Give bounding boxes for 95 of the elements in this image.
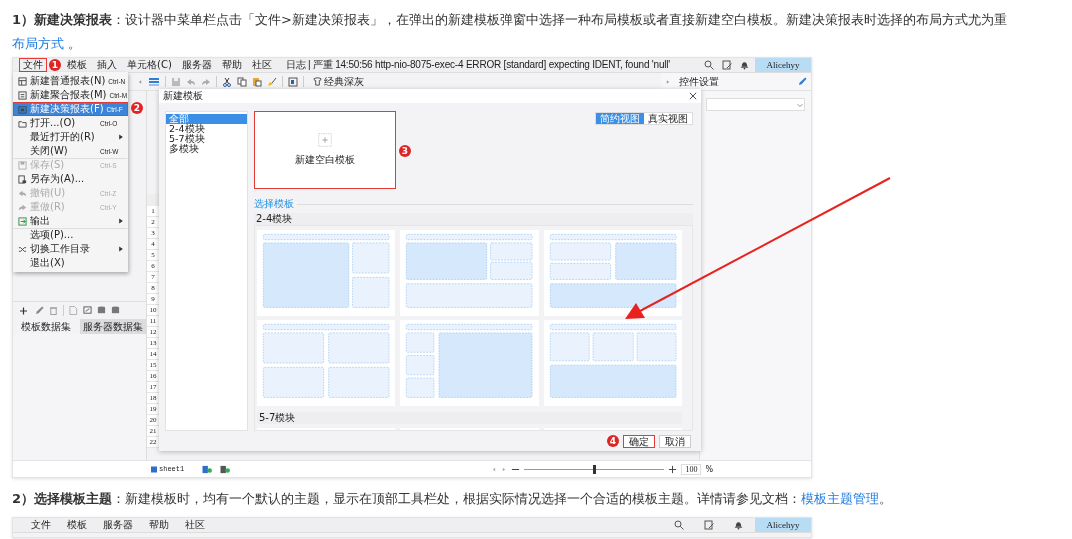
blank-template-card[interactable]: 新建空白模板 (254, 111, 396, 189)
dialog-button[interactable]: 确定 (623, 434, 655, 448)
percent-label: % (705, 464, 713, 474)
layout-icon[interactable] (148, 76, 160, 87)
add-icon[interactable] (18, 305, 30, 316)
edit-icon[interactable] (722, 60, 732, 70)
instruction-paragraph: 1）新建决策报表：设计器中菜单栏点击「文件>新建决策报表」，在弹出的新建模板弹窗中选择一种布局模板或者直接新建空白模板。新建决策报表时选择的布局方式尤为重 布局方式 。 (11, 11, 1008, 53)
menu-item[interactable]: 退出(X) (13, 256, 128, 270)
shirt-icon (313, 77, 322, 86)
folder-icon (17, 118, 27, 128)
slider-thumb[interactable] (593, 464, 597, 474)
menu-bar-item[interactable]: 服务器 (99, 518, 137, 532)
trash-icon[interactable] (49, 306, 58, 315)
previous-icon[interactable] (491, 465, 498, 473)
copy-icon[interactable] (237, 76, 247, 87)
menu-bar-item[interactable]: 服务器 (177, 58, 216, 72)
blank-template-label: 新建空白模板 (295, 153, 355, 167)
database-icon[interactable] (97, 306, 106, 315)
category-item[interactable]: 5-7模块 (166, 134, 247, 144)
add-report-icon[interactable] (218, 464, 233, 474)
menu-bar-item[interactable]: 帮助 (145, 518, 173, 532)
step-marker: 2 (131, 102, 143, 114)
search-icon[interactable] (704, 60, 714, 70)
dropdown-field[interactable] (706, 98, 805, 111)
template-thumbnail[interactable] (543, 230, 682, 316)
pencil-icon[interactable] (35, 306, 44, 315)
step-marker: 3 (399, 145, 411, 157)
paste-icon[interactable] (252, 76, 262, 87)
edit-icon[interactable] (704, 520, 714, 530)
user-name[interactable]: Alicehyy (755, 58, 811, 72)
plus-icon (318, 133, 332, 147)
menu-bar-item[interactable]: 模板 (63, 518, 91, 532)
template-thumbnail[interactable] (400, 230, 539, 316)
template-thumbnail[interactable] (400, 320, 539, 406)
user-name[interactable]: Alicehyy (755, 518, 811, 532)
redo-icon[interactable] (201, 76, 211, 87)
theme-button[interactable]: 经典深灰 (309, 74, 368, 89)
template-thumbnail[interactable] (257, 230, 396, 316)
section-title: 选择模板 (254, 197, 294, 211)
menu-item[interactable]: 另存为(A)... (13, 172, 128, 186)
brush-icon[interactable] (267, 76, 277, 87)
menu-bar-item[interactable]: 单元格(C) (123, 58, 176, 72)
close-icon[interactable] (689, 92, 697, 100)
menu-bar-item[interactable]: 模板 (63, 58, 91, 72)
database-icon[interactable] (111, 306, 120, 315)
submenu-arrow-icon (118, 218, 124, 224)
template-thumbnail[interactable] (543, 320, 682, 406)
zoom-field[interactable]: 100 (681, 463, 702, 475)
menu-bar-item[interactable]: 文件 (19, 58, 47, 72)
menu-item[interactable]: 最近打开的(R) (13, 130, 128, 144)
group-heading: 2-4模块 (254, 213, 693, 225)
panel-title: 控件设置 (679, 74, 720, 89)
group-heading: 5-7模块 (257, 412, 682, 424)
instruction-paragraph: 2）选择模板主题：新建模板时，均有一个默认的主题，显示在顶部工具栏处，根据实际情况选择一个合适的模板主题。详情请参见文档：模板主题管理。 (11, 490, 894, 508)
swap-icon (17, 244, 27, 254)
category-item[interactable]: 2-4模块 (166, 124, 247, 134)
dialog-title: 新建模板 (163, 89, 203, 103)
submenu-arrow-icon (118, 246, 124, 252)
template-thumbnail[interactable] (257, 320, 396, 406)
step-marker: 1 (49, 59, 61, 71)
menu-bar-item[interactable]: 社区 (181, 518, 209, 532)
grid-icon (17, 76, 27, 86)
bell-icon[interactable] (734, 520, 743, 530)
table-icon (17, 90, 27, 100)
menu-bar-item[interactable]: 社区 (247, 58, 276, 72)
search-icon[interactable] (674, 520, 684, 530)
category-item[interactable]: 多模块 (166, 144, 247, 154)
add-sheet-icon[interactable] (200, 464, 215, 474)
edit-icon[interactable] (83, 306, 92, 315)
submenu-arrow-icon (118, 134, 124, 140)
step-marker: 4 (607, 435, 619, 447)
zoom-in-icon[interactable] (668, 464, 678, 474)
log-message: 日志 | 严重 14:50:56 http-nio-8075-exec-4 ERROR [standard] expecting IDENT, found 'null' (285, 59, 671, 71)
bell-icon[interactable] (740, 60, 749, 70)
menu-bar-item[interactable]: 文件 (27, 518, 55, 532)
pencil-icon[interactable] (798, 77, 807, 86)
next-icon[interactable] (501, 465, 508, 473)
menu-bar-item[interactable]: 帮助 (217, 58, 246, 72)
doc-link[interactable]: 模板主题管理 (801, 491, 880, 506)
doc-link[interactable]: 布局方式 (12, 36, 64, 51)
menu-bar-item[interactable]: 插入 (93, 58, 121, 72)
undo-icon[interactable] (186, 76, 196, 87)
preview-icon[interactable] (288, 76, 298, 87)
undo-icon (17, 188, 27, 198)
menu-item[interactable]: 选项(P)... (13, 228, 128, 242)
save-as-icon (17, 174, 27, 184)
menu-item[interactable]: 输出 (13, 214, 128, 228)
cut-icon[interactable] (222, 76, 232, 87)
dialog-button[interactable]: 取消 (659, 434, 691, 448)
view-toggle[interactable]: 真实视图 (644, 113, 692, 124)
dataset-tab[interactable]: 服务器数据集 (79, 319, 146, 334)
save-icon (17, 160, 27, 170)
sheet-icon (151, 465, 157, 473)
menu-item[interactable]: 切换工作目录 (13, 242, 128, 256)
export-icon (17, 216, 27, 226)
